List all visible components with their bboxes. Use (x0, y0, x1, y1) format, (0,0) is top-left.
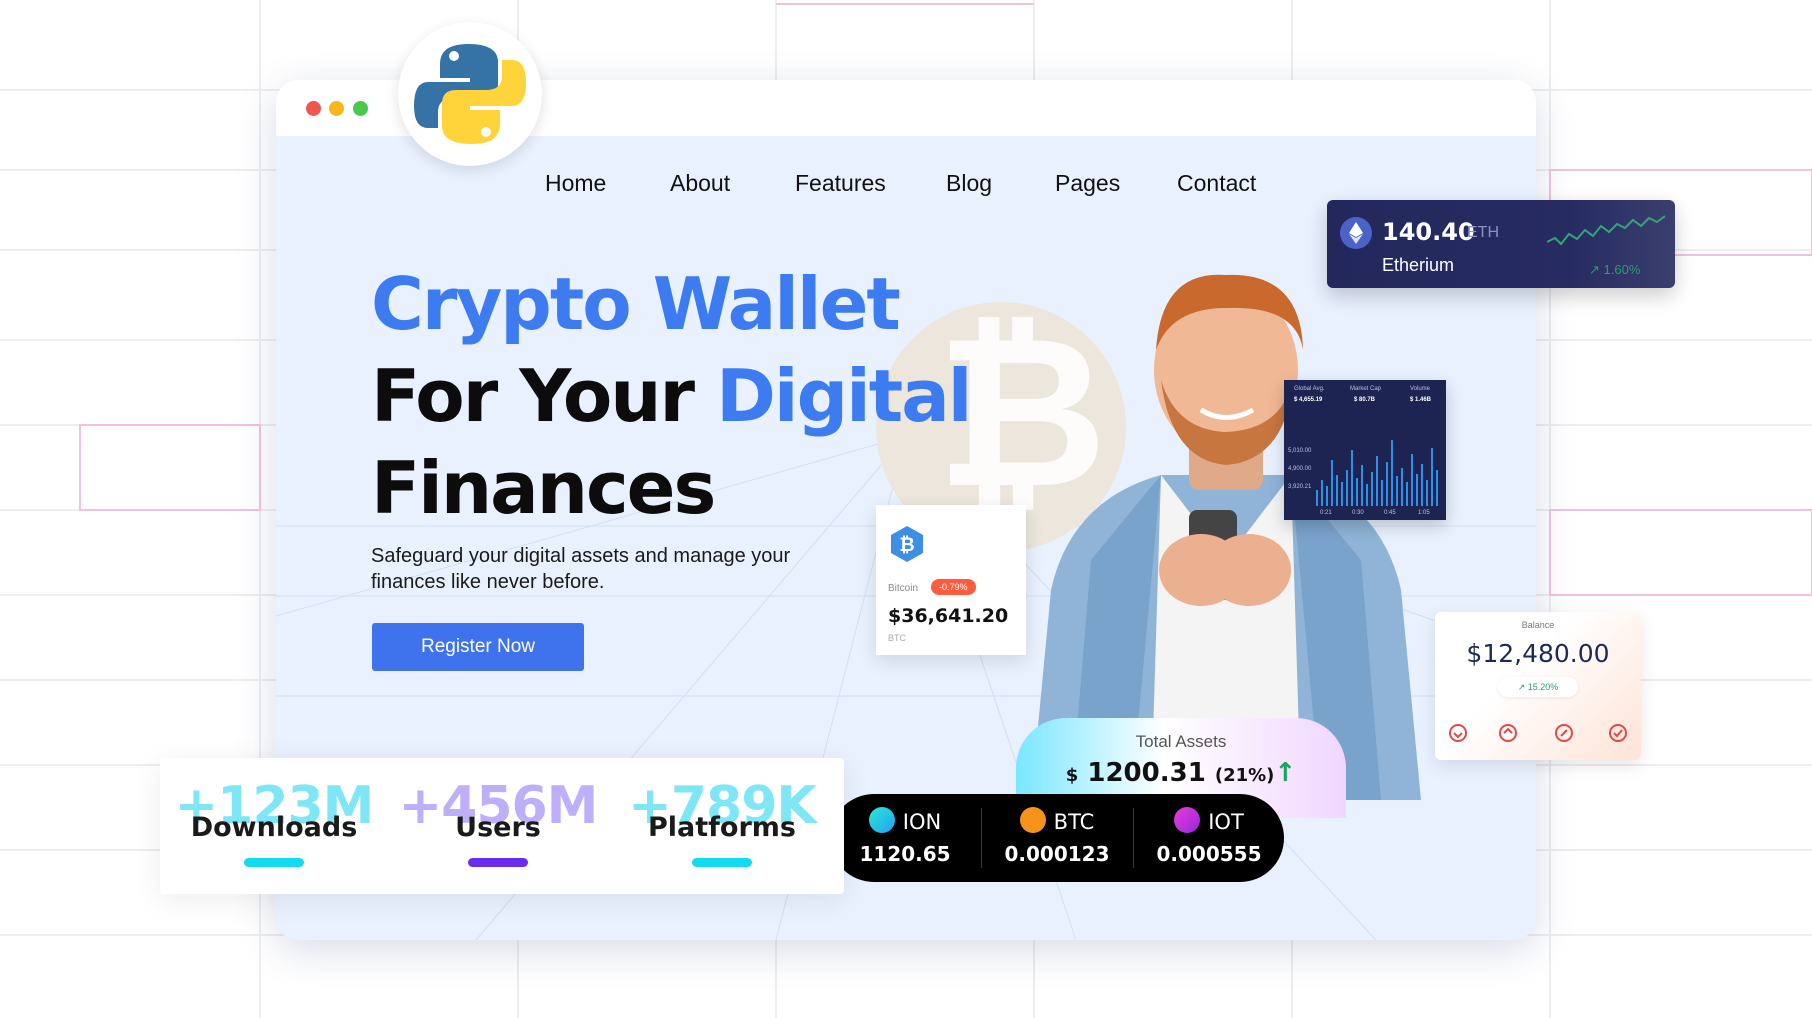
chart-value-market-cap: $ 80.7B (1354, 397, 1376, 403)
stat-users-label: Users (455, 812, 541, 843)
ethereum-price: 140.40 (1382, 218, 1475, 246)
ticker-iot-value: 0.000555 (1156, 842, 1262, 866)
receive-icon[interactable] (1447, 722, 1469, 744)
ticker-btc-name-row: BTC (982, 807, 1132, 836)
chart-bars (1316, 440, 1438, 506)
trend-up-icon: ↗ (1589, 262, 1600, 277)
chart-y-tick-3: 3,920.21 (1288, 484, 1312, 490)
ethereum-sparkline (1547, 215, 1665, 246)
python-logo (398, 22, 542, 166)
total-assets-currency: $ (1065, 765, 1079, 786)
chart-label-volume: Volume (1410, 386, 1431, 392)
nav-blog[interactable]: Blog (946, 170, 992, 197)
ticker-iot-symbol: IOT (1208, 810, 1244, 834)
nav-features[interactable]: Features (795, 170, 886, 197)
chart-label-global-avg: Global Avg. (1294, 386, 1325, 392)
ticker-item-ion[interactable]: ION 1120.65 (830, 794, 980, 882)
chart-x-tick-3: 0:45 (1384, 510, 1396, 516)
ethereum-name: Etherium (1382, 255, 1455, 275)
chart-x-tick-1: 0:21 (1320, 510, 1332, 516)
nav-contact[interactable]: Contact (1177, 170, 1256, 197)
btc-coin-icon (1019, 807, 1046, 833)
hero-title: Crypto Wallet For Your Digital Finances (371, 258, 973, 534)
market-mini-chart: Global Avg. Market Cap Volume $ 4,655.19… (1284, 380, 1446, 520)
bitcoin-change-badge: -0.79% (931, 579, 976, 595)
hero-line-2: For Your Digital (371, 350, 973, 442)
nav-about[interactable]: About (670, 170, 730, 197)
ethereum-price-card[interactable]: 140.40 ETH Etherium ↗ 1.60% (1327, 200, 1675, 288)
chart-y-tick-1: 5,010.00 (1288, 448, 1312, 454)
close-dot[interactable] (306, 101, 321, 116)
bitcoin-symbol: BTC (888, 633, 906, 643)
ethereum-change: ↗ 1.60% (1589, 262, 1640, 278)
ticker-btc-value: 0.000123 (1004, 842, 1110, 866)
stat-users-bar (468, 858, 528, 867)
nav-home[interactable]: Home (545, 170, 606, 197)
balance-change-badge: ↗ 15.20% (1498, 677, 1578, 697)
stat-platforms-label: Platforms (648, 812, 796, 843)
stat-downloads: +123M Downloads (174, 758, 374, 894)
bitcoin-name: Bitcoin (888, 583, 919, 594)
stat-users: +456M Users (398, 758, 598, 894)
check-icon[interactable] (1607, 722, 1629, 744)
chart-label-market-cap: Market Cap (1350, 386, 1382, 392)
iot-coin-icon (1174, 807, 1201, 833)
ticker-item-btc[interactable]: BTC 0.000123 (982, 794, 1132, 882)
send-icon[interactable] (1497, 722, 1519, 744)
svg-text:₿: ₿ (899, 534, 914, 556)
stat-downloads-label: Downloads (190, 812, 358, 843)
ion-coin-icon (868, 807, 895, 833)
ticker-item-iot[interactable]: IOT 0.000555 (1134, 794, 1284, 882)
total-assets-value-row: $ 1200.31 (21%)↑ (1016, 758, 1346, 788)
total-assets-change: (21%) (1214, 765, 1275, 786)
nav-pages[interactable]: Pages (1055, 170, 1120, 197)
stat-platforms-bar (692, 858, 752, 867)
ticker-ion-name-row: ION (830, 807, 980, 836)
balance-value: $12,480.00 (1466, 639, 1610, 668)
ticker-iot-name-row: IOT (1134, 807, 1284, 836)
stat-downloads-bar (244, 858, 304, 867)
minimize-dot[interactable] (329, 101, 344, 116)
chart-value-global-avg: $ 4,655.19 (1294, 397, 1323, 403)
chart-x-tick-2: 0:30 (1352, 510, 1364, 516)
python-logo-icon (414, 44, 526, 144)
balance-change-value: 15.20% (1527, 682, 1559, 692)
chart-value-volume: $ 1.46B (1410, 397, 1432, 403)
balance-label: Balance (1521, 620, 1555, 630)
chart-x-tick-4: 1:05 (1418, 510, 1430, 516)
crypto-ticker-bar: ION 1120.65 BTC 0.000123 IOT 0.000555 (830, 794, 1284, 882)
balance-card[interactable]: Balance $12,480.00 ↗ 15.20% (1435, 612, 1641, 760)
bitcoin-hexagon-icon: ₿ (891, 526, 923, 562)
ethereum-symbol: ETH (1467, 224, 1499, 241)
trend-up-icon: ↗ (1517, 682, 1526, 692)
hero-subtitle: Safeguard your digital assets and manage… (371, 545, 791, 593)
ticker-ion-symbol: ION (902, 810, 942, 834)
hero-line-1: Crypto Wallet (371, 262, 901, 346)
stats-card: +123M Downloads +456M Users +789K Platfo… (160, 758, 844, 894)
ticker-btc-symbol: BTC (1053, 810, 1095, 834)
maximize-dot[interactable] (353, 101, 368, 116)
ticker-ion-value: 1120.65 (859, 842, 951, 866)
arrow-up-icon: ↑ (1274, 758, 1297, 788)
swap-icon[interactable] (1553, 722, 1575, 744)
ethereum-icon (1340, 217, 1372, 249)
chart-y-tick-2: 4,900.00 (1288, 466, 1312, 472)
bitcoin-price: $36,641.20 (888, 605, 1009, 627)
bitcoin-price-card[interactable]: ₿ Bitcoin -0.79% $36,641.20 BTC (876, 505, 1026, 655)
hero-line-2-blue: Digital (716, 354, 972, 438)
register-button[interactable]: Register Now (372, 623, 584, 671)
total-assets-label: Total Assets (1135, 732, 1227, 751)
total-assets-value: 1200.31 (1087, 758, 1206, 788)
stat-platforms: +789K Platforms (622, 758, 822, 894)
ethereum-change-value: 1.60% (1603, 262, 1641, 277)
hero-line-2-black: For Your (371, 354, 717, 438)
